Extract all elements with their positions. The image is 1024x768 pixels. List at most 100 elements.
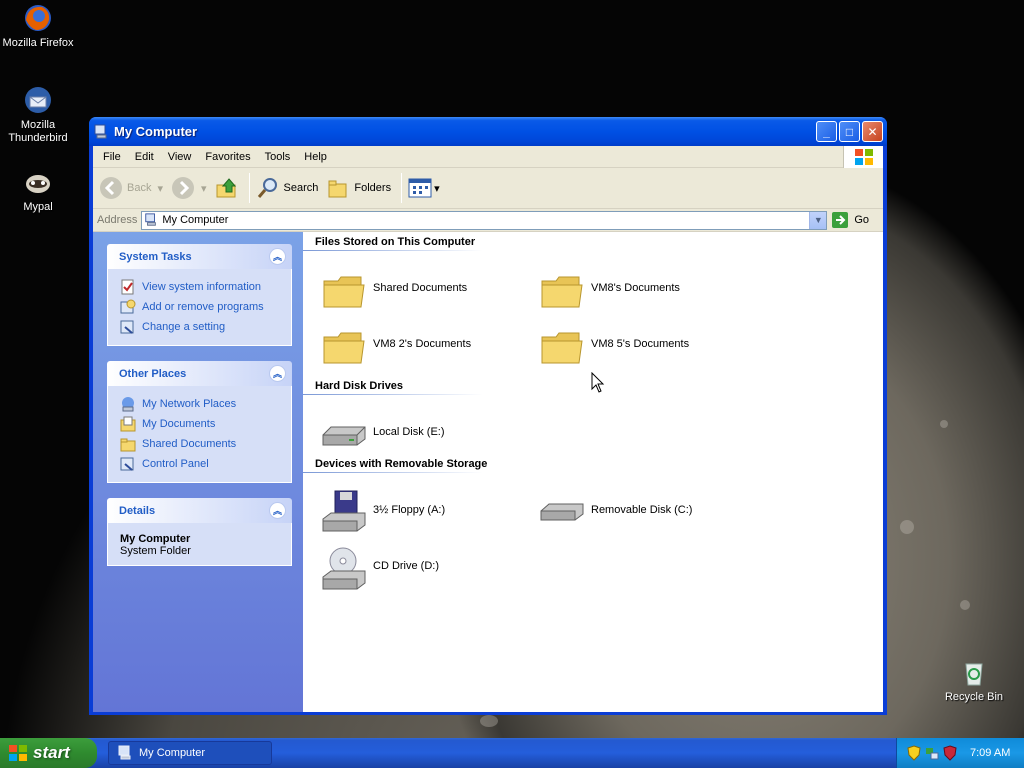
mouse-cursor-icon — [591, 372, 605, 393]
maximize-button[interactable]: □ — [839, 121, 860, 142]
place-my-documents[interactable]: My Documents — [120, 414, 281, 434]
folders-button[interactable]: Folders — [326, 176, 391, 200]
desktop-icon-label: Recycle Bin — [944, 691, 1004, 703]
collapse-button[interactable]: ︽ — [269, 248, 286, 265]
go-label: Go — [854, 214, 869, 226]
panel-header[interactable]: Details ︽ — [107, 498, 292, 523]
folder-vm8-2-documents[interactable]: VM8 2's Documents — [321, 323, 539, 379]
chevron-down-icon: ▾ — [434, 182, 440, 195]
place-my-network-places[interactable]: My Network Places — [120, 394, 281, 414]
group-header-files: Files Stored on This Computer — [315, 236, 476, 248]
item-label: VM8 5's Documents — [591, 338, 690, 350]
task-view-system-info[interactable]: View system information — [120, 277, 281, 297]
my-computer-window: My Computer _ □ ✕ File Edit View Favorit… — [89, 117, 887, 715]
folder-vm8-documents[interactable]: VM8's Documents — [539, 267, 757, 323]
panel-header[interactable]: Other Places ︽ — [107, 361, 292, 386]
control-panel-icon — [120, 320, 134, 334]
task-label: Change a setting — [142, 321, 226, 333]
explorer-body: System Tasks ︽ View system information A… — [93, 232, 883, 712]
task-change-setting[interactable]: Change a setting — [120, 317, 281, 337]
system-tasks-panel: System Tasks ︽ View system information A… — [107, 244, 292, 346]
address-value: My Computer — [162, 214, 229, 226]
folder-icon — [120, 438, 136, 452]
add-remove-programs-icon — [120, 299, 136, 314]
address-field[interactable]: My Computer ▼ — [141, 210, 828, 230]
clock: 7:09 AM — [970, 747, 1011, 759]
system-info-icon — [121, 279, 134, 295]
computer-icon — [145, 213, 157, 226]
cd-drive-icon — [322, 547, 366, 590]
computer-icon — [118, 745, 131, 760]
network-icon[interactable] — [924, 745, 940, 761]
place-shared-documents[interactable]: Shared Documents — [120, 434, 281, 454]
menu-favorites[interactable]: Favorites — [198, 151, 257, 163]
collapse-button[interactable]: ︽ — [269, 365, 286, 382]
collapse-button[interactable]: ︽ — [269, 502, 286, 519]
panel-title: System Tasks — [119, 250, 192, 263]
back-button[interactable]: Back ▾ — [99, 176, 163, 200]
desktop-icon-firefox[interactable]: Mozilla Firefox — [0, 2, 76, 50]
item-label: Shared Documents — [373, 282, 468, 294]
go-button[interactable]: Go — [831, 211, 869, 229]
desktop-icon-label: Mozilla Thunderbird — [8, 119, 68, 144]
security-shield-icon[interactable] — [907, 745, 921, 761]
item-label: VM8 2's Documents — [373, 338, 472, 350]
search-button[interactable]: Search — [256, 176, 318, 200]
close-button[interactable]: ✕ — [862, 121, 883, 142]
item-label: Removable Disk (C:) — [591, 504, 693, 516]
item-label: Local Disk (E:) — [373, 426, 445, 438]
panel-header[interactable]: System Tasks ︽ — [107, 244, 292, 269]
item-label: 3½ Floppy (A:) — [373, 504, 446, 516]
my-documents-icon — [120, 416, 136, 432]
address-label: Address — [97, 214, 138, 226]
desktop-icon-label: Mypal — [23, 201, 53, 213]
forward-button[interactable]: ▾ — [171, 176, 207, 200]
drive-floppy-a[interactable]: 3½ Floppy (A:) — [321, 489, 539, 545]
drive-removable-c[interactable]: Removable Disk (C:) — [539, 489, 757, 545]
minimize-button[interactable]: _ — [816, 121, 837, 142]
drive-cd-d[interactable]: CD Drive (D:) — [321, 545, 539, 601]
panel-body: My Computer System Folder — [107, 523, 292, 566]
system-tray: 7:09 AM — [896, 738, 1024, 768]
back-label: Back — [127, 182, 152, 194]
folder-vm8-5-documents[interactable]: VM8 5's Documents — [539, 323, 757, 379]
network-places-icon — [122, 397, 134, 412]
start-label: start — [33, 743, 70, 762]
folders-icon — [328, 180, 347, 198]
desktop-icon-thunderbird[interactable]: Mozilla Thunderbird — [0, 84, 76, 145]
forward-arrow-icon — [172, 177, 194, 199]
toolbar-separator — [248, 173, 250, 203]
taskbar-item-label: My Computer — [139, 747, 206, 759]
panel-body: My Network Places My Documents Shared Do… — [107, 386, 292, 483]
toolbar: Back ▾ ▾ Search Folders ▾ — [93, 168, 883, 209]
chevron-down-icon: ▾ — [157, 182, 163, 195]
title-bar[interactable]: My Computer _ □ ✕ — [89, 117, 887, 146]
address-dropdown-button[interactable]: ▼ — [809, 211, 827, 229]
taskbar-item-my-computer[interactable]: My Computer — [108, 741, 272, 765]
taskbar: start My Computer 7:09 AM — [0, 738, 1024, 768]
menu-view[interactable]: View — [161, 151, 199, 163]
place-control-panel[interactable]: Control Panel — [120, 454, 281, 474]
panel-title: Details — [119, 504, 156, 517]
menu-edit[interactable]: Edit — [128, 151, 161, 163]
recycle-bin-icon — [958, 656, 990, 688]
views-icon — [408, 178, 432, 198]
desktop-icon-recycle-bin[interactable]: Recycle Bin — [936, 656, 1012, 704]
antivirus-shield-icon[interactable] — [943, 745, 957, 761]
up-folder-button[interactable] — [215, 176, 239, 200]
folder-icon — [323, 332, 365, 364]
views-button[interactable]: ▾ — [408, 177, 440, 199]
menu-bar: File Edit View Favorites Tools Help — [93, 146, 883, 168]
back-arrow-icon — [100, 177, 122, 199]
other-places-panel: Other Places ︽ My Network Places My Docu… — [107, 361, 292, 483]
place-label: My Network Places — [142, 398, 237, 410]
menu-tools[interactable]: Tools — [258, 151, 298, 163]
task-add-remove-programs[interactable]: Add or remove programs — [120, 297, 281, 317]
place-label: Control Panel — [142, 458, 209, 470]
start-button[interactable]: start — [0, 738, 97, 768]
menu-file[interactable]: File — [96, 151, 128, 163]
menu-help[interactable]: Help — [297, 151, 334, 163]
folder-shared-documents[interactable]: Shared Documents — [321, 267, 539, 323]
desktop-icon-mypal[interactable]: Mypal — [0, 166, 76, 214]
place-label: My Documents — [142, 418, 216, 430]
